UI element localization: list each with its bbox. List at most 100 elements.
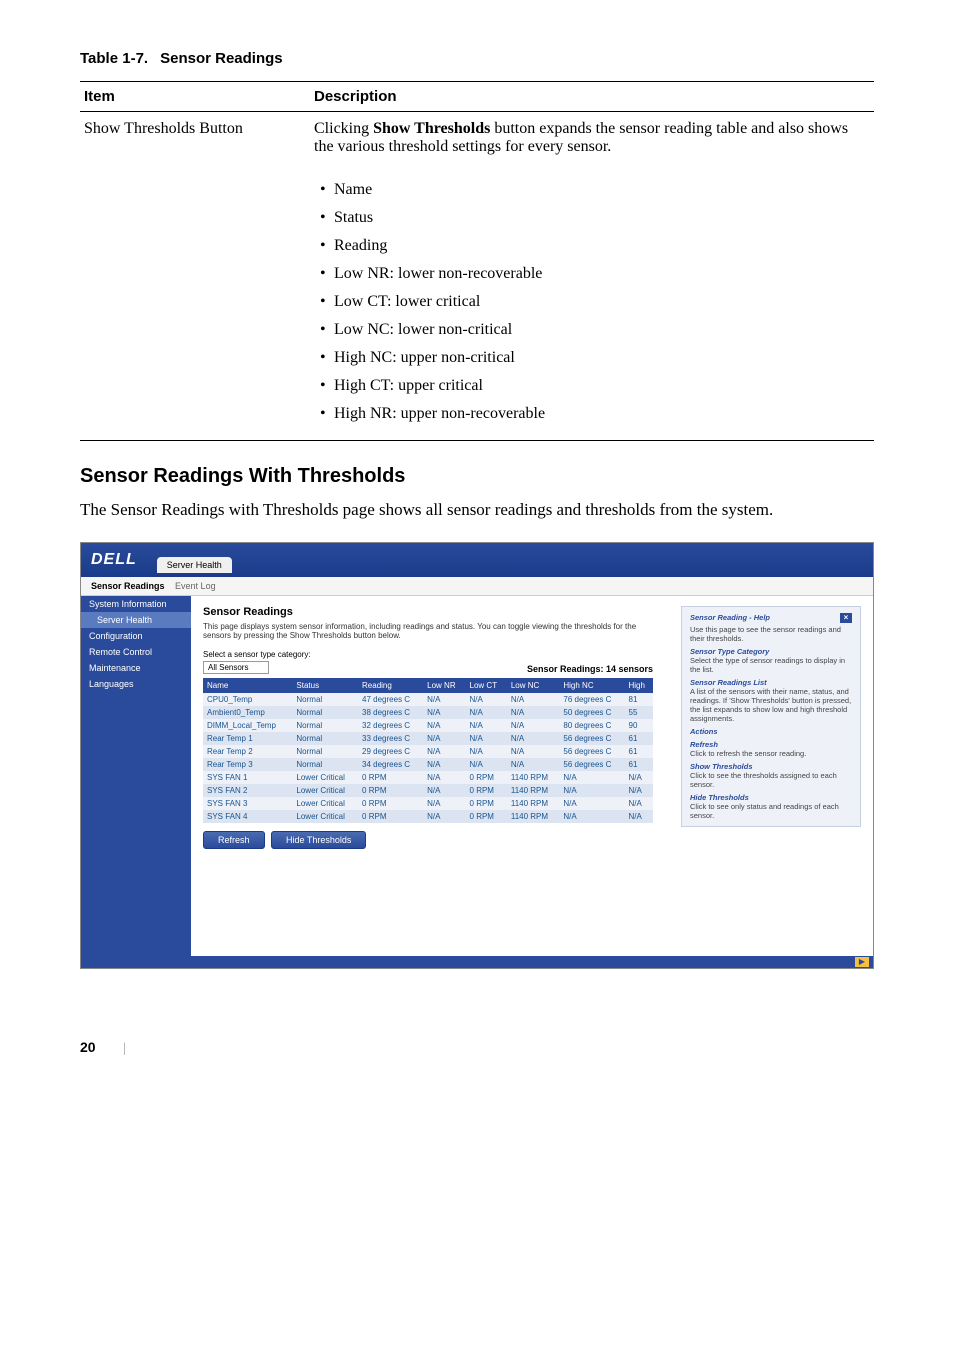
grid-header[interactable]: High — [625, 678, 654, 693]
grid-header[interactable]: Reading — [358, 678, 423, 693]
table-row: Rear Temp 2Normal29 degrees CN/AN/AN/A56… — [203, 745, 653, 758]
grid-cell: 33 degrees C — [358, 732, 423, 745]
help-section-text: Click to refresh the sensor reading. — [690, 749, 852, 758]
grid-cell: N/A — [507, 719, 560, 732]
grid-cell: 56 degrees C — [559, 732, 624, 745]
sidebar-item-languages[interactable]: Languages — [81, 676, 191, 692]
grid-cell: N/A — [466, 706, 507, 719]
grid-cell: 0 RPM — [358, 784, 423, 797]
grid-cell: 47 degrees C — [358, 693, 423, 706]
item-cell: Show Thresholds Button — [80, 112, 310, 169]
grid-cell: 34 degrees C — [358, 758, 423, 771]
grid-header[interactable]: High NC — [559, 678, 624, 693]
grid-cell: 90 — [625, 719, 654, 732]
help-section-heading: Sensor Readings List — [690, 678, 852, 687]
sidebar-item-remote-control[interactable]: Remote Control — [81, 644, 191, 660]
grid-cell: 50 degrees C — [559, 706, 624, 719]
grid-cell: Ambient0_Temp — [203, 706, 292, 719]
grid-cell: SYS FAN 2 — [203, 784, 292, 797]
help-panel: Sensor Reading - Help × Use this page to… — [681, 606, 861, 827]
help-section-text: Click to see the thresholds assigned to … — [690, 771, 852, 789]
grid-cell: 0 RPM — [466, 771, 507, 784]
grid-cell: Normal — [292, 745, 358, 758]
table-row: Rear Temp 3Normal34 degrees CN/AN/AN/A56… — [203, 758, 653, 771]
page-footer: 20 | — [80, 1039, 874, 1057]
grid-cell: 61 — [625, 745, 654, 758]
grid-header[interactable]: Name — [203, 678, 292, 693]
grid-cell: 1140 RPM — [507, 797, 560, 810]
help-close-icon[interactable]: × — [840, 613, 852, 623]
bullet-item: High NC: upper non-critical — [314, 344, 870, 372]
sidebar: System Information Server Health Configu… — [81, 596, 191, 956]
help-section: Actions — [690, 727, 852, 736]
threshold-bullets: Name Status Reading Low NR: lower non-re… — [314, 176, 870, 428]
grid-cell: Normal — [292, 719, 358, 732]
grid-cell: N/A — [507, 706, 560, 719]
sensor-category-select[interactable]: All Sensors — [203, 661, 269, 674]
hide-thresholds-button[interactable]: Hide Thresholds — [271, 831, 366, 849]
grid-cell: 56 degrees C — [559, 758, 624, 771]
grid-cell: N/A — [423, 784, 465, 797]
grid-cell: 76 degrees C — [559, 693, 624, 706]
help-section-heading: Actions — [690, 727, 852, 736]
bullet-item: Status — [314, 204, 870, 232]
subtab-sensor-readings[interactable]: Sensor Readings — [91, 581, 165, 591]
col-header-item: Item — [80, 82, 310, 112]
refresh-button[interactable]: Refresh — [203, 831, 265, 849]
scroll-arrow-icon[interactable]: ▶ — [855, 957, 869, 967]
grid-cell: 56 degrees C — [559, 745, 624, 758]
sensor-grid: Name Status Reading Low NR Low CT Low NC… — [203, 678, 653, 823]
panel-title: Sensor Readings — [203, 606, 653, 618]
grid-cell: Normal — [292, 758, 358, 771]
sidebar-item-configuration[interactable]: Configuration — [81, 628, 191, 644]
grid-header[interactable]: Low NR — [423, 678, 465, 693]
sidebar-item-system-information[interactable]: System Information — [81, 596, 191, 612]
grid-header[interactable]: Low NC — [507, 678, 560, 693]
grid-cell: 29 degrees C — [358, 745, 423, 758]
grid-header[interactable]: Low CT — [466, 678, 507, 693]
panel-description: This page displays system sensor informa… — [203, 622, 653, 640]
table-number: Table 1-7. — [80, 50, 148, 67]
grid-cell: SYS FAN 1 — [203, 771, 292, 784]
grid-cell: 0 RPM — [466, 797, 507, 810]
grid-cell: 38 degrees C — [358, 706, 423, 719]
footer-separator: | — [123, 1041, 126, 1056]
table-row: Rear Temp 1Normal33 degrees CN/AN/AN/A56… — [203, 732, 653, 745]
grid-cell: N/A — [625, 797, 654, 810]
screenshot: DELL Server Health Sensor Readings Event… — [80, 542, 874, 969]
table-row: DIMM_Local_TempNormal32 degrees CN/AN/AN… — [203, 719, 653, 732]
sidebar-item-maintenance[interactable]: Maintenance — [81, 660, 191, 676]
page-number: 20 — [80, 1039, 96, 1055]
section-body: The Sensor Readings with Thresholds page… — [80, 498, 874, 522]
grid-cell: N/A — [507, 732, 560, 745]
bullet-item: Name — [314, 176, 870, 204]
help-title: Sensor Reading - Help — [690, 613, 770, 623]
grid-cell: N/A — [625, 784, 654, 797]
grid-cell: Lower Critical — [292, 771, 358, 784]
grid-cell: N/A — [625, 771, 654, 784]
desc-prefix: Clicking — [314, 120, 373, 137]
grid-header[interactable]: Status — [292, 678, 358, 693]
main-tab-server-health[interactable]: Server Health — [157, 557, 232, 573]
grid-cell: 1140 RPM — [507, 771, 560, 784]
grid-cell: 61 — [625, 732, 654, 745]
subtab-event-log[interactable]: Event Log — [175, 581, 216, 591]
bullet-item: High NR: upper non-recoverable — [314, 400, 870, 428]
grid-cell: N/A — [423, 810, 465, 823]
grid-cell: N/A — [466, 745, 507, 758]
table-title-text: Sensor Readings — [160, 50, 283, 67]
grid-cell: Rear Temp 3 — [203, 758, 292, 771]
grid-cell: N/A — [423, 719, 465, 732]
sidebar-item-server-health[interactable]: Server Health — [81, 612, 191, 628]
grid-cell: 32 degrees C — [358, 719, 423, 732]
grid-cell: N/A — [423, 745, 465, 758]
grid-cell: N/A — [507, 745, 560, 758]
grid-cell: N/A — [507, 693, 560, 706]
table-row: SYS FAN 1Lower Critical0 RPMN/A0 RPM1140… — [203, 771, 653, 784]
grid-cell: N/A — [559, 771, 624, 784]
grid-cell: Normal — [292, 706, 358, 719]
grid-cell: N/A — [507, 758, 560, 771]
table-row: SYS FAN 2Lower Critical0 RPMN/A0 RPM1140… — [203, 784, 653, 797]
grid-cell: 81 — [625, 693, 654, 706]
grid-cell: N/A — [423, 693, 465, 706]
